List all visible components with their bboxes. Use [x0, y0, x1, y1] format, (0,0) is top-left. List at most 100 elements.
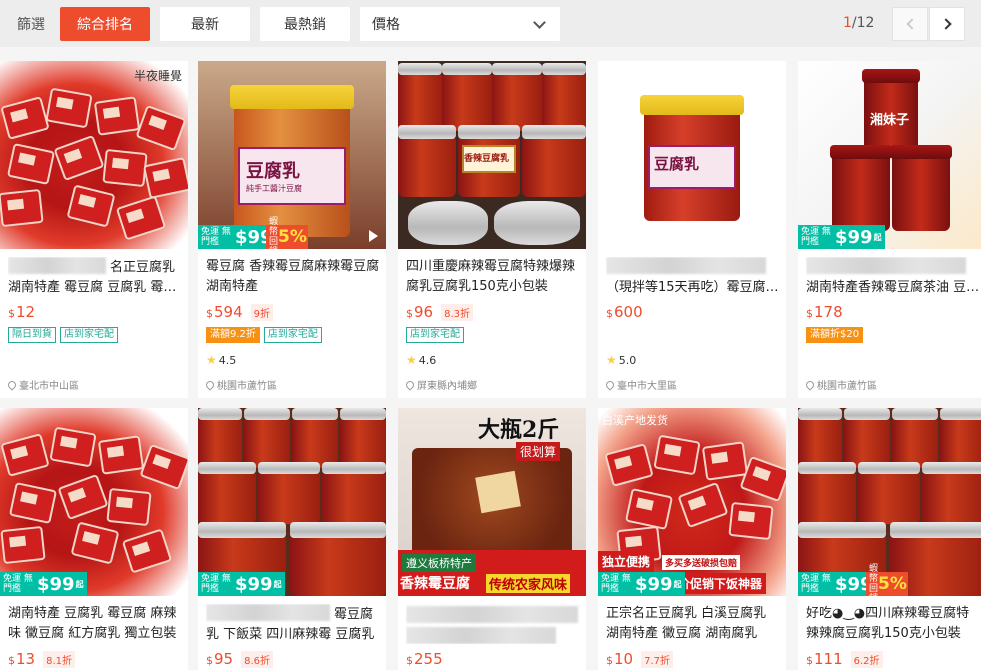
tag-home-delivery: 店到家宅配	[406, 327, 464, 343]
location-pin-icon	[404, 378, 416, 391]
product-rating: ★ 4.6	[406, 353, 437, 367]
discount-badge: 8.1折	[43, 651, 75, 668]
price-sort-select[interactable]: 價格	[360, 7, 560, 41]
product-location: 臺中市大里區	[604, 377, 677, 392]
product-image[interactable]: 豆腐乳 純手工醬汁豆腐 免運 無門檻$99起 蝦幣 回饋5%	[198, 61, 386, 249]
tag-home-delivery: 店到家宅配	[60, 327, 118, 343]
product-card[interactable]: 豆腐乳 純手工醬汁豆腐 免運 無門檻$99起 蝦幣 回饋5% 霉豆腐 香辣霉豆腐…	[198, 61, 386, 398]
product-title[interactable]: 霉豆腐 香辣霉豆腐麻辣霉豆腐 湖南特產	[206, 257, 380, 297]
tag-spend-discount: 滿額折$20	[806, 327, 864, 343]
product-price: $96 8.3折	[406, 303, 473, 321]
page-indicator: 1/12	[843, 15, 874, 31]
product-image[interactable]: 豆腐乳	[598, 61, 786, 249]
coin-cashback-badge: 蝦幣 回饋5%	[266, 217, 308, 249]
banner-portable-text: 独立便携	[598, 551, 655, 572]
discount-badge: 7.7折	[641, 651, 673, 668]
location-pin-icon	[6, 378, 18, 391]
total-pages: /12	[851, 15, 875, 31]
product-tags: 店到家宅配	[406, 327, 464, 343]
product-price: $600	[606, 303, 643, 321]
product-image[interactable]: 大瓶2斤 很划算 遵义板桥特产 香辣霉豆腐 传统农家风味	[398, 408, 586, 596]
location-pin-icon	[604, 378, 616, 391]
product-title[interactable]: 名正豆腐乳 湖南特產 霉豆腐 豆腐乳 霉豆腐 紅方腐乳	[8, 257, 182, 298]
sort-relevance-button[interactable]: 綜合排名	[60, 7, 150, 41]
free-shipping-badge: 免運 無門檻$99起	[598, 572, 685, 596]
chevron-down-icon	[533, 16, 546, 29]
jar-sub-text: 純手工醬汁豆腐	[246, 184, 302, 193]
product-price: $178	[806, 303, 843, 321]
location-pin-icon	[804, 378, 816, 391]
product-card[interactable]: 半夜睡覺 名正豆腐乳 湖南特產 霉豆腐 豆腐乳 霉豆腐 紅方腐乳 $12 隔日到…	[0, 61, 188, 398]
product-image[interactable]: 香辣豆腐乳	[398, 61, 586, 249]
discount-badge: 8.6折	[241, 651, 273, 668]
product-tags: 滿額折$20	[806, 327, 864, 343]
jar-label-text: 香辣豆腐乳	[464, 154, 510, 164]
product-card[interactable]: 免運 無門檻$99起 蝦幣 回饋5% 好吃◕‿◕四川麻辣霉豆腐特辣辣腐豆腐乳15…	[798, 408, 981, 670]
product-price: $594 9折	[206, 303, 274, 321]
product-rating: ★ 5.0	[606, 353, 637, 367]
product-card[interactable]: 免運 無門檻 $99 起 霉豆腐乳 下飯菜 四川麻辣霉 豆腐乳 $95 8.6折	[198, 408, 386, 670]
banner-sub-text: 传统农家风味	[486, 574, 571, 593]
product-location: 屏東縣內埔鄉	[404, 377, 477, 392]
tag-next-day: 隔日到貨	[8, 327, 56, 343]
coin-cashback-badge: 蝦幣 回饋5%	[866, 564, 908, 596]
product-title[interactable]: 湖南特產香辣霉豆腐茶油 豆腐乳	[806, 257, 980, 298]
product-rating: ★ 4.5	[206, 353, 237, 367]
free-shipping-badge: 免運 無門檻$99起	[798, 225, 885, 249]
product-image[interactable]: 免運 無門檻 $99 起	[0, 408, 188, 596]
product-price: $255	[406, 650, 443, 668]
product-card[interactable]: 免運 無門檻 $99 起 湖南特產 豆腐乳 霉豆腐 麻辣味 黴豆腐 紅方腐乳 獨立包…	[0, 408, 188, 670]
prev-page-button[interactable]	[892, 7, 928, 41]
product-title[interactable]: 四川重慶麻辣霉豆腐特辣爆辣腐乳豆腐乳150克小包裝	[406, 257, 580, 297]
product-tags: 滿額9.2折 店到家宅配	[206, 327, 322, 343]
current-page: 1	[843, 15, 852, 31]
banner-origin-tag: 遵义板桥特产	[402, 554, 476, 572]
product-title[interactable]: 好吃◕‿◕四川麻辣霉豆腐特辣辣腐豆腐乳150克小包裝	[806, 604, 980, 644]
location-pin-icon	[204, 378, 216, 391]
product-title[interactable]: 正宗名正豆腐乳 白溪豆腐乳 湖南特產 黴豆腐 湖南腐乳	[606, 604, 780, 644]
product-location: 臺北市中山區	[6, 377, 79, 392]
product-image[interactable]: 半夜睡覺	[0, 61, 188, 249]
next-page-button[interactable]	[929, 7, 965, 41]
video-play-icon[interactable]	[369, 230, 378, 242]
banner-origin-text: 白溪产地发货	[602, 414, 668, 427]
product-card[interactable]: 大瓶2斤 很划算 遵义板桥特产 香辣霉豆腐 传统农家风味 $255	[398, 408, 586, 670]
product-tags: 隔日到貨 店到家宅配	[8, 327, 118, 343]
product-price: $13 8.1折	[8, 650, 75, 668]
jar-label-text: 湘妹子	[870, 113, 910, 128]
product-price: $111 6.2折	[806, 650, 883, 668]
banner-subtag: 很划算	[516, 442, 561, 461]
product-title[interactable]	[406, 604, 580, 644]
jar-label-text: 豆腐乳	[246, 161, 300, 182]
sort-latest-button[interactable]: 最新	[160, 7, 250, 41]
product-price: $10 7.7折	[606, 650, 673, 668]
product-card[interactable]: 香辣豆腐乳 四川重慶麻辣霉豆腐特辣爆辣腐乳豆腐乳150克小包裝 $96 8.3折 …	[398, 61, 586, 398]
price-sort-label: 價格	[372, 17, 400, 33]
star-icon: ★	[206, 353, 217, 367]
product-image[interactable]: 免運 無門檻 $99 起	[198, 408, 386, 596]
chevron-left-icon	[905, 18, 918, 30]
free-shipping-badge: 免運 無門檻$99起	[198, 572, 285, 596]
banner-promo-text: 多买多送破损包赔	[662, 555, 741, 570]
banner-main-text: 香辣霉豆腐	[400, 576, 470, 592]
sort-bar: 篩選 綜合排名 最新 最熱銷 價格 1/12	[0, 0, 981, 47]
product-image[interactable]: 白溪产地发货 独立便携 多买多送破损包赔 降价促销下饭神器 免運 無門檻 $99 起	[598, 408, 786, 596]
tag-home-delivery: 店到家宅配	[263, 327, 322, 343]
free-shipping-badge: 免運 無門檻$99起	[0, 572, 87, 596]
brand-logo-text: 半夜睡覺	[133, 69, 182, 83]
product-card[interactable]: 豆腐乳 （現拌等15天再吃）霉豆腐 豆腐乳 $600 ★5.0 臺中市大里區	[598, 61, 786, 398]
product-image[interactable]: 湘妹子 免運 無門檻 $99 起	[798, 61, 981, 249]
star-icon: ★	[606, 353, 617, 367]
product-price: $12	[8, 303, 36, 321]
banner-headline: 大瓶2斤	[478, 417, 560, 443]
product-location: 桃園市蘆竹區	[804, 377, 877, 392]
product-title[interactable]: 霉豆腐乳 下飯菜 四川麻辣霉 豆腐乳	[206, 604, 380, 645]
discount-badge: 9折	[250, 304, 274, 321]
product-card[interactable]: 湘妹子 免運 無門檻$99起 湖南特產香辣霉豆腐茶油 豆腐乳 $178 滿額折$…	[798, 61, 981, 398]
sort-top-sales-button[interactable]: 最熱銷	[260, 7, 350, 41]
product-title[interactable]: 湖南特產 豆腐乳 霉豆腐 麻辣味 黴豆腐 紅方腐乳 獨立包裝	[8, 604, 182, 644]
product-card[interactable]: 白溪产地发货 独立便携 多买多送破损包赔 降价促销下饭神器 免運 無門檻 $99 起…	[598, 408, 786, 670]
product-title[interactable]: （現拌等15天再吃）霉豆腐 豆腐乳	[606, 257, 780, 298]
chevron-right-icon	[939, 18, 952, 30]
product-image[interactable]: 免運 無門檻$99起 蝦幣 回饋5%	[798, 408, 981, 596]
